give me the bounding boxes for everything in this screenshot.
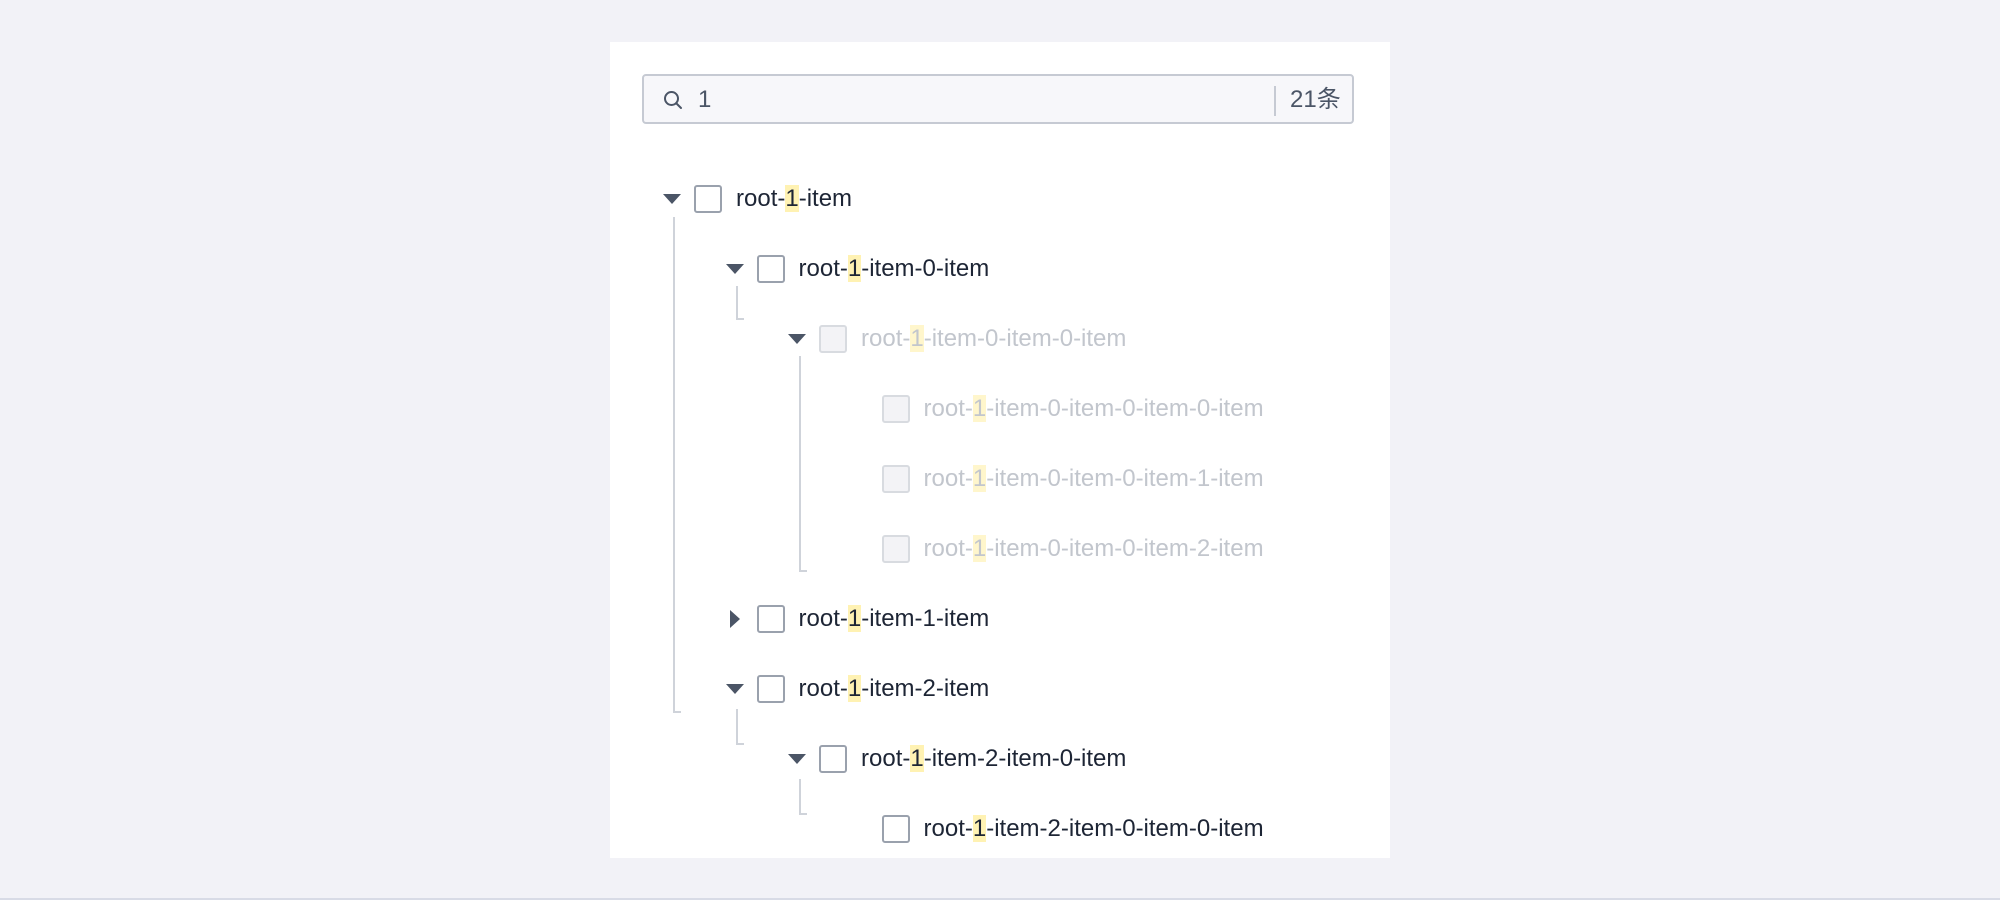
tree-node-checkbox [881,395,910,423]
search-match-highlight: 1 [972,535,987,562]
search-match-highlight: 1 [847,605,862,632]
search-match-highlight: 1 [972,815,987,842]
search-box[interactable]: 1 21条 [642,74,1354,124]
tree-node-checkbox[interactable] [756,675,785,703]
search-match-highlight: 1 [910,745,924,772]
tree-panel: 1 21条 root-1-item root-1-item-0-item root-… [610,42,1390,858]
tree-node[interactable]: root-1-item-1-item [610,597,1370,641]
tree-node-label: root-1-item-0-item [798,255,990,282]
search-match-highlight: 1 [785,185,799,212]
tree-node[interactable]: root-1-item-2-item-0-item [610,737,1370,781]
tree-node: root-1-item-0-item-0-item-2-item [610,527,1370,571]
tree-node-label: root-1-item [736,185,853,212]
tree-node: root-1-item-0-item-0-item [610,317,1370,361]
search-input[interactable]: 1 [698,86,711,114]
tree-node-checkbox [881,535,910,563]
search-divider [1274,86,1276,116]
tree-guide-line [736,286,738,320]
tree-node-label: root-1-item-1-item [798,605,990,632]
search-match-highlight: 1 [910,325,924,352]
tree-node-label: root-1-item-2-item-0-item-0-item [923,815,1264,842]
tree-guide-line [673,711,681,713]
tree-node-checkbox[interactable] [881,815,910,843]
tree-node[interactable]: root-1-item-2-item [610,667,1370,711]
caret-down-icon[interactable] [723,257,747,281]
tree-node[interactable]: root-1-item-2-item-0-item-0-item [610,807,1370,851]
caret-down-icon[interactable] [785,327,809,351]
tree-node-checkbox[interactable] [694,185,722,213]
caret-down-icon[interactable] [723,677,747,701]
search-match-highlight: 1 [847,255,862,282]
tree-node-label: root-1-item-0-item-0-item-2-item [923,535,1264,562]
tree-node[interactable]: root-1-item-0-item [610,247,1370,291]
caret-down-icon[interactable] [785,747,809,771]
search-match-highlight: 1 [972,465,987,492]
search-match-highlight: 1 [847,675,862,702]
tree-node-checkbox[interactable] [756,255,785,283]
result-count: 21条 [1290,86,1341,113]
tree-node: root-1-item-0-item-0-item-1-item [610,457,1370,501]
tree-node-checkbox [881,465,910,493]
tree-node-label: root-1-item-0-item-0-item [861,325,1127,352]
tree-node-label: root-1-item-0-item-0-item-0-item [923,395,1264,422]
tree-node[interactable]: root-1-item [610,177,1370,221]
tree-node-checkbox[interactable] [756,605,785,633]
tree-node-label: root-1-item-2-item-0-item [861,745,1127,772]
caret-down-icon[interactable] [660,187,684,211]
tree-node: root-1-item-0-item-0-item-0-item [610,387,1370,431]
caret-right-icon[interactable] [723,607,747,631]
tree-node-label: root-1-item-0-item-0-item-1-item [923,465,1264,492]
tree-node-checkbox [819,325,847,353]
tree-node-checkbox[interactable] [819,745,847,773]
tree-node-label: root-1-item-2-item [798,675,990,702]
search-icon [662,89,684,111]
search-match-highlight: 1 [972,395,987,422]
